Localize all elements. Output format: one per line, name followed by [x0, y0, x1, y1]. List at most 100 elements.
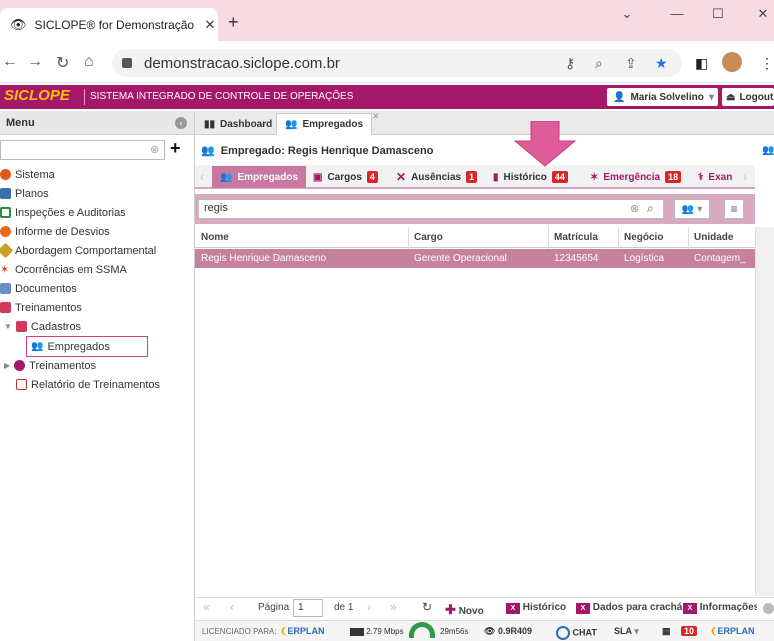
menu-title: Menu	[6, 116, 35, 129]
page-number-input[interactable]: 1	[293, 599, 323, 617]
novo-button[interactable]: ✚ Novo	[445, 602, 484, 618]
share-icon[interactable]: ⇪	[625, 55, 637, 72]
search-icon[interactable]: ⌕	[647, 201, 654, 216]
sla-label: SLA	[614, 626, 632, 636]
menu-item-documentos[interactable]: Documentos	[0, 279, 77, 298]
speed-value: 2.79 Mbps	[366, 627, 404, 636]
filter-dropdown[interactable]: 👥 ▾	[674, 199, 710, 219]
count-badge: 4	[366, 171, 378, 183]
menu-item-relatorio[interactable]: Relatório de Treinamentos	[16, 375, 160, 394]
logout-label: Logout	[739, 91, 774, 103]
browser-tab[interactable]: 👁 SICLOPE® for Demonstração ER ✕	[0, 8, 218, 41]
menu-item-desvios[interactable]: Informe de Desvios	[0, 222, 110, 241]
back-icon[interactable]: ←	[2, 53, 18, 71]
menu-item-label: Abordagem Comportamental	[15, 244, 157, 257]
sla-dropdown[interactable]: SLA ▾	[614, 626, 639, 637]
licensed-label: LICENCIADO PARA:	[202, 627, 277, 636]
close-window-button[interactable]: ✕	[748, 6, 774, 22]
version-value: 0.9R409	[497, 626, 532, 636]
home-icon[interactable]: ⌂	[84, 53, 94, 71]
refresh-icon[interactable]: ↻	[422, 600, 432, 614]
collapse-menu-icon[interactable]: ‹	[175, 117, 187, 129]
menu-item-inspecoes[interactable]: Inspeções e Auditorias	[0, 203, 126, 222]
subtab-cargos[interactable]: ▣ Cargos 4	[305, 166, 386, 188]
scroll-left-icon[interactable]: ‹	[200, 170, 204, 184]
column-header-unidade[interactable]: Unidade	[694, 232, 733, 243]
panel-header: 👥 Empregado: Regis Henrique Damasceno	[195, 140, 774, 161]
subtab-empregados[interactable]: 👥 Empregados	[212, 166, 307, 188]
close-tab-icon[interactable]: ✕	[202, 17, 218, 33]
logout-icon: ⏏	[726, 91, 736, 103]
menu-item-sistema[interactable]: Sistema	[0, 165, 55, 184]
first-page-icon[interactable]: «	[203, 600, 210, 614]
car-icon: ▣	[313, 171, 323, 183]
people-icon: 👥	[762, 145, 774, 156]
cracha-button[interactable]: X Dados para crachá	[576, 602, 682, 614]
new-tab-button[interactable]: +	[228, 12, 239, 33]
info-icon[interactable]	[763, 603, 774, 614]
page-label: Página	[258, 602, 290, 613]
clear-search-icon[interactable]: ⊗	[150, 143, 159, 156]
url-text: demonstracao.siclope.com.br	[144, 54, 340, 72]
add-icon[interactable]: +	[170, 138, 181, 159]
profile-avatar[interactable]	[722, 52, 742, 72]
count-badge: 44	[551, 171, 568, 183]
chevron-down-icon: ▾	[697, 203, 703, 215]
next-page-icon[interactable]: ›	[367, 600, 371, 614]
chat-button[interactable]: CHAT	[556, 626, 597, 640]
notification-badge[interactable]: 10	[681, 626, 698, 636]
user-menu-button[interactable]: 👤 Maria Solvelino ▾	[607, 88, 718, 106]
subtab-emergencia[interactable]: ✶ Emergência 18	[582, 166, 689, 188]
session-time: 29m56s	[440, 627, 469, 636]
calendar-icon[interactable]: ▦	[662, 626, 671, 637]
close-tab-icon[interactable]: ✕	[372, 111, 380, 122]
key-icon[interactable]: ⚷	[565, 55, 575, 72]
people-icon: 👥	[285, 119, 298, 130]
alert-icon	[0, 226, 11, 237]
subtab-label: Emergência	[603, 171, 661, 183]
subtab-label: Histórico	[503, 171, 547, 183]
menu-item-abordagem[interactable]: Abordagem Comportamental	[0, 241, 156, 260]
menu-item-cadastros[interactable]: ▼ Cadastros	[4, 317, 81, 336]
folder-open-icon	[15, 321, 27, 332]
menu-item-treinamentos[interactable]: Treinamentos	[0, 298, 82, 317]
erplan-logo-right: ❨ERPLAN	[710, 626, 755, 636]
scroll-right-icon[interactable]: ›	[743, 170, 747, 184]
bookmark-star-icon[interactable]: ★	[655, 55, 668, 72]
subtab-ausencias[interactable]: ✕ Ausências 1	[388, 166, 485, 188]
menu-item-planos[interactable]: Planos	[0, 184, 49, 203]
pdf-icon	[16, 379, 27, 390]
vertical-scrollbar[interactable]	[755, 227, 774, 596]
search-input[interactable]: regis	[198, 199, 664, 219]
sidepanel-icon[interactable]: ◧	[695, 55, 708, 72]
minimize-button[interactable]: —	[662, 6, 692, 21]
zoom-icon[interactable]: ⌕	[595, 55, 603, 72]
column-header-cargo[interactable]: Cargo	[414, 232, 443, 243]
menu-search-input[interactable]	[0, 140, 165, 160]
forward-icon[interactable]: →	[27, 53, 43, 71]
tab-empregados[interactable]: 👥 Empregados	[276, 113, 373, 135]
maximize-button[interactable]: ☐	[703, 6, 733, 22]
informacoes-button[interactable]: X Informações	[683, 602, 757, 614]
tab-dashboard[interactable]: ▮▮ Dashboard	[196, 113, 280, 135]
column-header-matricula[interactable]: Matrícula	[554, 232, 598, 243]
menu-item-treinamentos-sub[interactable]: ▶ Treinamentos	[4, 356, 96, 375]
column-header-negocio[interactable]: Negócio	[624, 232, 663, 243]
historico-button[interactable]: X Histórico	[506, 602, 566, 614]
menu-item-ocorrencias[interactable]: ✶ Ocorrências em SSMA	[0, 260, 127, 279]
browser-menu-icon[interactable]: ⋮	[760, 55, 774, 72]
menu-item-empregados[interactable]: 👥 Empregados	[31, 337, 110, 356]
logout-button[interactable]: ⏏ Logout	[722, 88, 774, 106]
reload-icon[interactable]: ↻	[56, 53, 69, 73]
historico-label: Histórico	[522, 602, 567, 613]
clear-search-icon[interactable]: ⊗	[630, 202, 639, 215]
prev-page-icon[interactable]: ‹	[230, 600, 234, 614]
last-page-icon[interactable]: »	[390, 600, 397, 614]
count-badge: 1	[466, 171, 478, 183]
subtab-historico[interactable]: ▮ Histórico 44	[485, 166, 576, 188]
subtab-exames[interactable]: ⚕ Exan	[690, 166, 740, 188]
column-header-nome[interactable]: Nome	[201, 232, 229, 243]
tab-search-icon[interactable]: ⌄	[612, 6, 642, 22]
options-menu-icon[interactable]: ≡	[724, 199, 744, 219]
cell-cargo: Gerente Operacional	[414, 253, 507, 264]
